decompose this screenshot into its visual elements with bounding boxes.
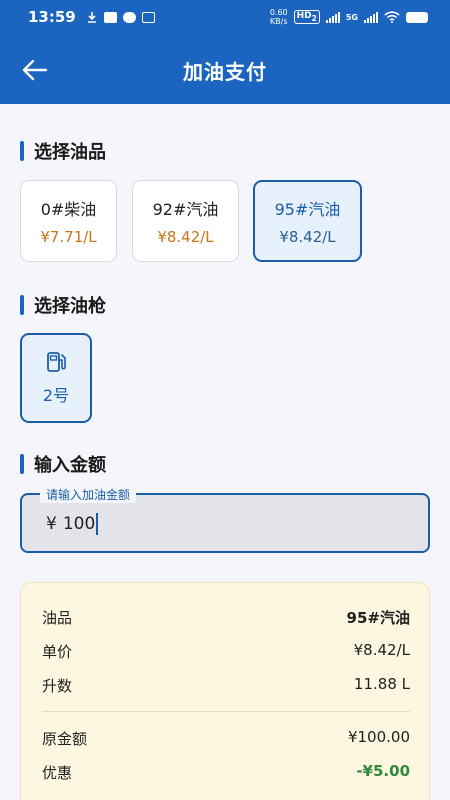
summary-label: 原金额	[42, 730, 88, 748]
wifi-icon	[384, 11, 400, 23]
order-summary-card: 油品 95#汽油 单价 ¥8.42/L 升数 11.88 L 原金额 ¥100.…	[20, 582, 430, 800]
amount-input[interactable]: 请输入加油金额 ¥ 100	[20, 486, 430, 553]
status-time: 13:59	[28, 8, 76, 26]
nozzle-option-2[interactable]: 2号	[20, 333, 92, 423]
fuel-section-title: 选择油品	[20, 138, 106, 164]
page-title: 加油支付	[183, 59, 267, 84]
fuel-option-gas-92[interactable]: 92#汽油 ¥8.42/L	[132, 180, 239, 262]
fuel-option-price: ¥7.71/L	[40, 228, 97, 246]
network-type: 5G	[345, 12, 358, 22]
summary-value: 95#汽油	[346, 609, 410, 627]
amount-value: 100	[62, 514, 96, 534]
back-arrow-icon[interactable]	[22, 58, 48, 82]
fuel-option-name: 0#柴油	[40, 200, 97, 219]
network-speed: 0.60 KB/s	[269, 8, 288, 26]
fuel-option-gas-95[interactable]: 95#汽油 ¥8.42/L	[253, 180, 362, 262]
summary-value: ¥8.42/L	[353, 641, 410, 659]
summary-row-fuel: 油品 95#汽油	[42, 607, 410, 628]
fuel-option-name: 92#汽油	[152, 200, 219, 219]
summary-label: 单价	[42, 643, 73, 661]
toolbar: 加油支付	[0, 36, 450, 104]
fuel-option-price: ¥8.42/L	[157, 228, 214, 246]
summary-value: 11.88 L	[353, 675, 410, 693]
app-notification-icon	[122, 11, 136, 23]
summary-label: 油品	[42, 609, 73, 627]
section-accent-bar	[20, 141, 24, 161]
section-accent-bar	[20, 295, 24, 315]
section-accent-bar	[20, 454, 24, 474]
tiktok-icon	[103, 11, 117, 23]
summary-row-discount: 优惠 -¥5.00	[42, 762, 410, 783]
hd-voice-icon: HD2	[293, 10, 320, 24]
amount-input-label: 请输入加油金额	[40, 486, 137, 503]
summary-divider	[42, 711, 410, 712]
nozzle-section-title: 选择油枪	[20, 292, 106, 318]
summary-label: 优惠	[42, 764, 73, 782]
app-bar: 13:59 0.60 KB/s HD2 5G 加油支付	[0, 0, 450, 104]
summary-value: ¥100.00	[347, 728, 410, 746]
status-bar: 13:59 0.60 KB/s HD2 5G	[0, 0, 450, 34]
currency-prefix: ¥	[46, 514, 57, 534]
summary-row-unit-price: 单价 ¥8.42/L	[42, 641, 410, 662]
fuel-pump-icon	[47, 352, 66, 372]
discount-value: -¥5.00	[356, 762, 410, 780]
nozzle-label: 2号	[42, 386, 70, 405]
signal-icon-2	[364, 11, 378, 23]
summary-label: 升数	[42, 677, 73, 695]
battery-icon	[406, 11, 428, 23]
fuel-option-price: ¥8.42/L	[279, 228, 336, 246]
fuel-option-name: 95#汽油	[274, 200, 341, 219]
amount-section-title: 输入金额	[20, 451, 106, 477]
message-icon	[141, 11, 155, 23]
text-cursor	[96, 513, 99, 535]
download-icon	[87, 12, 96, 23]
summary-row-liters: 升数 11.88 L	[42, 675, 410, 696]
fuel-option-diesel-0[interactable]: 0#柴油 ¥7.71/L	[20, 180, 117, 262]
summary-row-original-amount: 原金额 ¥100.00	[42, 728, 410, 749]
signal-icon	[325, 11, 340, 23]
